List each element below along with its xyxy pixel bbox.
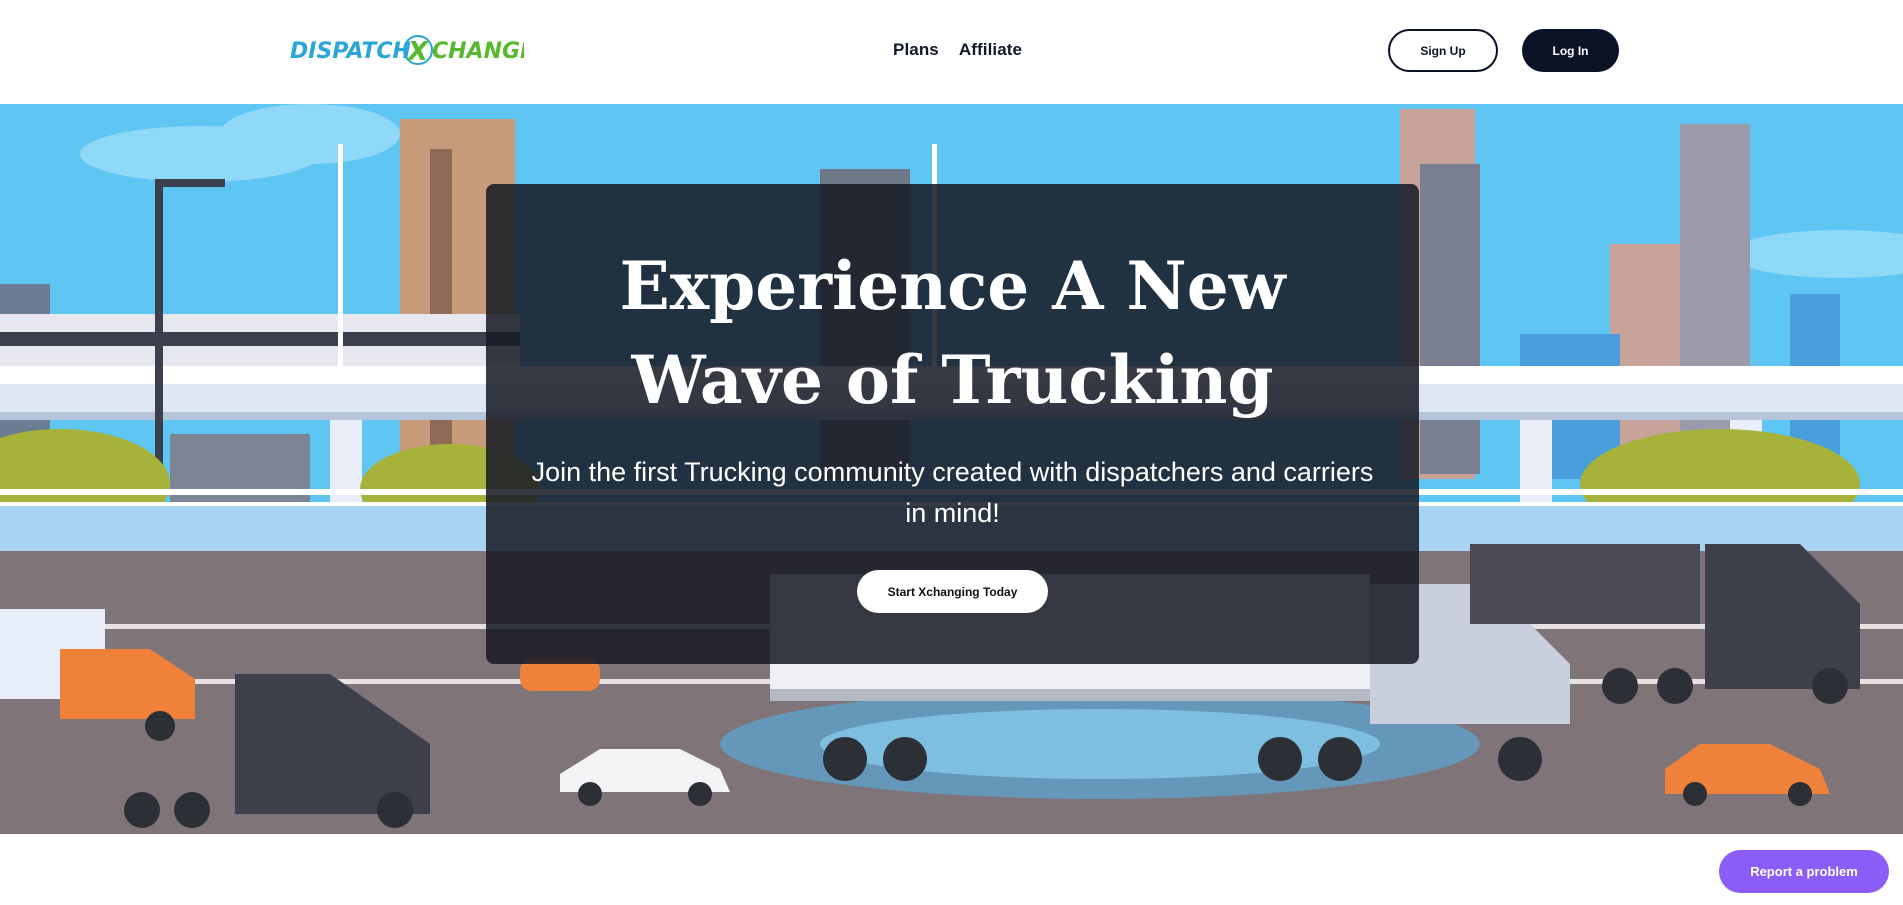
start-xchanging-button[interactable]: Start Xchanging Today [857, 570, 1048, 613]
svg-text:CHANGE: CHANGE [432, 39, 524, 64]
report-problem-button[interactable]: Report a problem [1719, 850, 1889, 893]
nav-affiliate[interactable]: Affiliate [959, 40, 1022, 60]
log-in-button[interactable]: Log In [1522, 29, 1619, 72]
headline-line-1: Experience A New [619, 247, 1286, 325]
headline-line-2: Wave of Trucking [631, 341, 1274, 419]
svg-text:DISPATCH: DISPATCH [290, 39, 411, 64]
site-header: DISPATCH X CHANGE Plans Affiliate Sign U… [0, 0, 1903, 104]
hero-headline: Experience A New Wave of Trucking [486, 239, 1419, 427]
hero-subtitle: Join the first Trucking community create… [531, 457, 1374, 528]
main-nav: Plans Affiliate [893, 40, 1022, 60]
nav-plans[interactable]: Plans [893, 40, 939, 60]
svg-text:X: X [406, 37, 430, 67]
dispatchxchange-logo[interactable]: DISPATCH X CHANGE [290, 30, 535, 70]
hero-section: Experience A New Wave of Trucking Join t… [0, 104, 1903, 834]
hero-overlay-card: Experience A New Wave of Trucking Join t… [486, 184, 1419, 664]
sign-up-button[interactable]: Sign Up [1388, 29, 1498, 72]
